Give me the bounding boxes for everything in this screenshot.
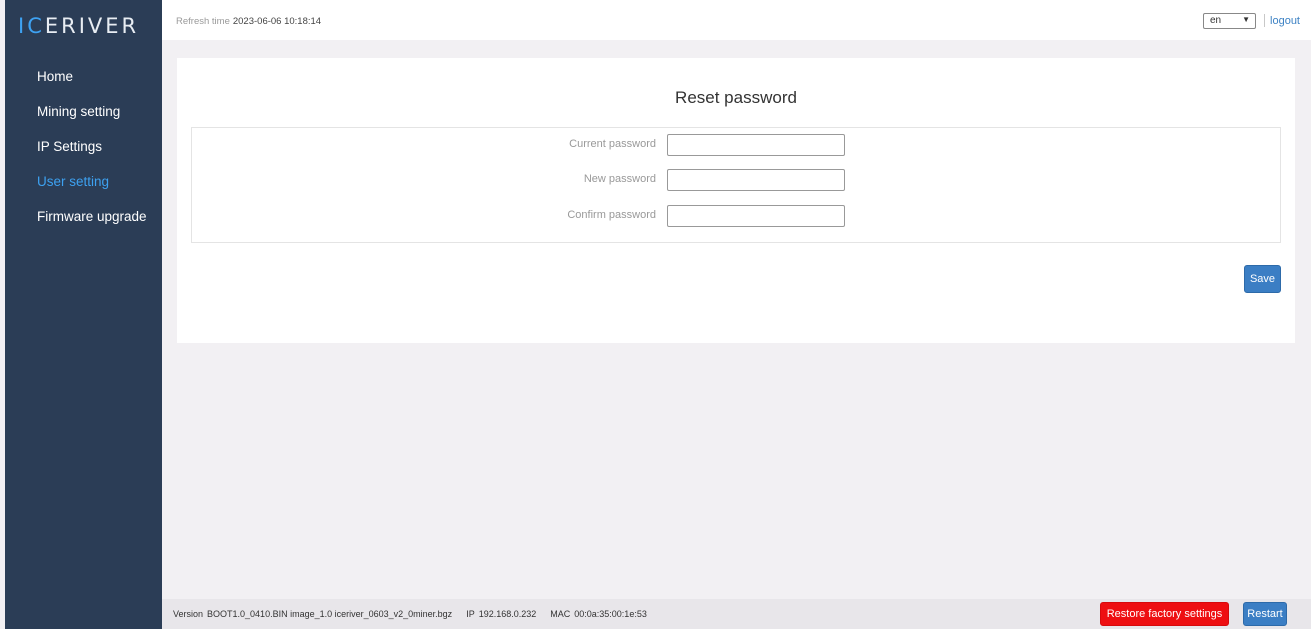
sidebar-item-home[interactable]: Home: [5, 62, 162, 97]
logo-text-part2: ERIVER: [44, 14, 140, 38]
status-footer: Version BOOT1.0_0410.BIN image_1.0 iceriv…: [162, 599, 1311, 629]
new-password-input[interactable]: [667, 169, 845, 191]
new-password-row: New password: [192, 169, 1280, 191]
sidebar-item-mining-setting[interactable]: Mining setting: [5, 97, 162, 132]
refresh-time-value: 2023-06-06 10:18:14: [232, 16, 322, 27]
version-label: Version: [173, 609, 204, 619]
language-select[interactable]: en ▼: [1203, 13, 1256, 29]
current-password-row: Current password: [192, 134, 1280, 156]
top-bar: Refresh time 2023-06-06 10:18:14 en ▼ log…: [162, 0, 1311, 40]
device-info: Version BOOT1.0_0410.BIN image_1.0 iceriv…: [173, 609, 651, 619]
restore-factory-settings-button[interactable]: Restore factory settings: [1100, 602, 1229, 626]
refresh-time-label: Refresh time: [176, 16, 230, 27]
mac-label: MAC: [550, 609, 571, 619]
header-divider: [1264, 14, 1265, 27]
ip-value: 192.168.0.232: [478, 609, 537, 619]
refresh-time: Refresh time 2023-06-06 10:18:14: [176, 16, 321, 27]
ip-label: IP: [466, 609, 475, 619]
save-button[interactable]: Save: [1244, 265, 1281, 293]
logo-text-part1: IC: [18, 14, 45, 38]
restart-button[interactable]: Restart: [1243, 602, 1287, 626]
sidebar-nav: Home Mining setting IP Settings User set…: [5, 62, 162, 237]
new-password-label: New password: [583, 173, 656, 185]
current-password-label: Current password: [569, 138, 656, 150]
confirm-password-label: Confirm password: [567, 209, 656, 221]
iceriver-logo: IC ERIVER: [18, 13, 148, 39]
confirm-password-input[interactable]: [667, 205, 845, 227]
sidebar-item-firmware-upgrade[interactable]: Firmware upgrade: [5, 202, 162, 237]
current-password-input[interactable]: [667, 134, 845, 156]
confirm-password-row: Confirm password: [192, 205, 1280, 227]
sidebar-item-user-setting[interactable]: User setting: [5, 167, 162, 202]
sidebar: IC ERIVER Home Mining setting IP Settings…: [5, 0, 162, 629]
sidebar-item-ip-settings[interactable]: IP Settings: [5, 132, 162, 167]
language-select-value: en: [1210, 15, 1222, 26]
version-value: BOOT1.0_0410.BIN image_1.0 iceriver_0603…: [207, 609, 453, 619]
password-form: Current password New password Confirm pa…: [191, 127, 1281, 243]
reset-password-card: Reset password Current password New pass…: [177, 58, 1295, 343]
chevron-down-icon: ▼: [1242, 15, 1250, 24]
page-title: Reset password: [675, 88, 797, 107]
mac-value: 00:0a:35:00:1e:53: [574, 609, 647, 619]
logout-link[interactable]: logout: [1270, 15, 1300, 27]
